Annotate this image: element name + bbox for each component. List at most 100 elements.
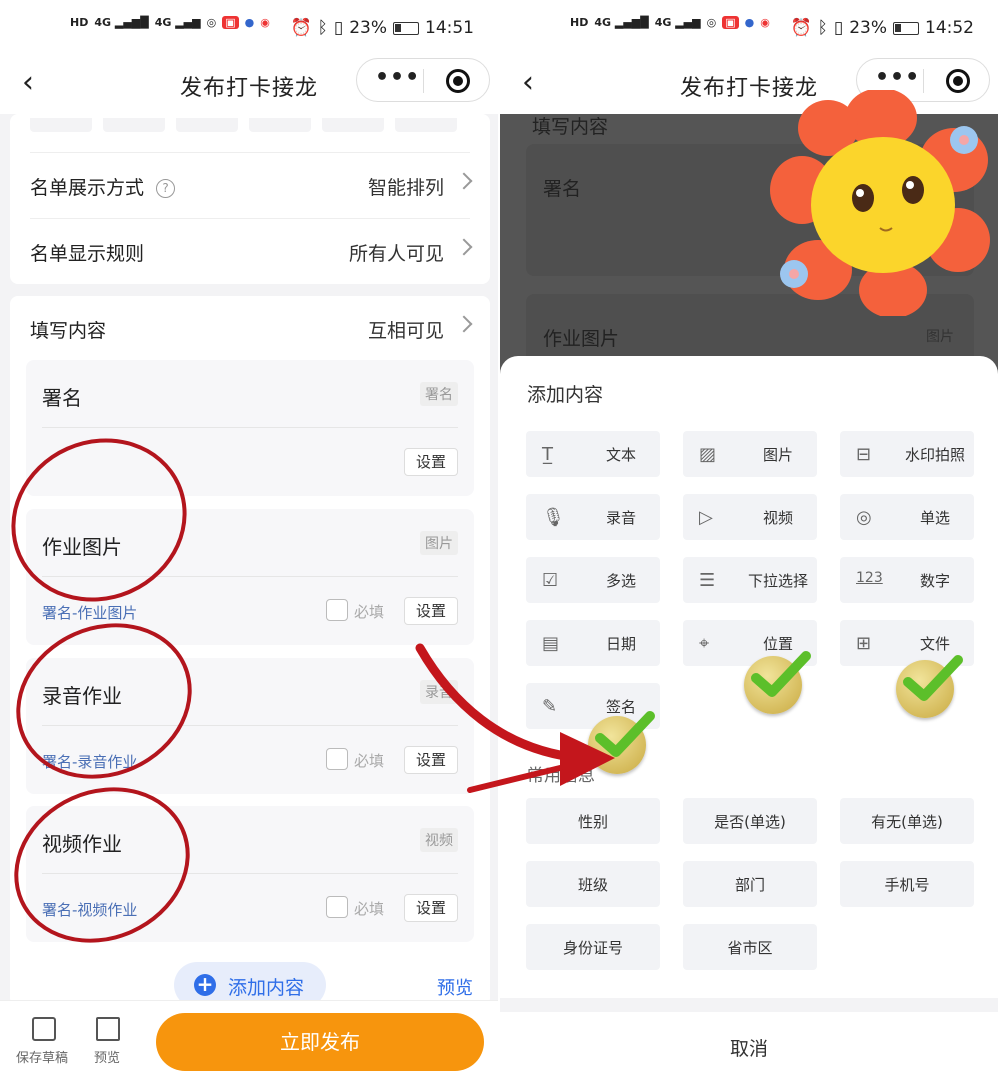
save-draft-label[interactable]: 保存草稿 (16, 1047, 68, 1066)
bluetooth-icon: ᛒ (317, 18, 328, 38)
common-phone[interactable]: 手机号 (840, 861, 974, 907)
fill-visibility-row[interactable]: 填写内容 互相可见 (30, 296, 473, 362)
common-id-number[interactable]: 身份证号 (526, 924, 660, 970)
preview-link[interactable]: 预览 (437, 974, 473, 1000)
tile-label: 有无(单选) (871, 813, 943, 831)
check-badge-icon (896, 655, 963, 718)
item-title: 作业图片 (543, 328, 620, 350)
signal-icons: HD 4G ▂▄▆█ 4G ▂▄▆ ◎ ▣ ● ◉ (70, 16, 270, 29)
video-icon: ▷ (699, 507, 713, 528)
battery-level: 23% (349, 18, 387, 38)
fill-value: 互相可见 (367, 320, 444, 342)
required-checkbox[interactable] (326, 896, 348, 918)
more-icon[interactable]: ••• (375, 65, 420, 90)
capsule-menu: ••• (356, 58, 490, 102)
tile-label: 水印拍照 (904, 446, 965, 464)
alarm-icon: ⏰ (290, 18, 312, 38)
status-right: ⏰ ᛒ ▯ 23% 14:51 (290, 18, 474, 38)
required-checkbox[interactable] (326, 599, 348, 621)
tile-label: 下拉选择 (747, 572, 808, 590)
item-type-tag: 署名 (420, 382, 458, 406)
tile-multi-choice[interactable]: ☑ 多选 (526, 557, 660, 603)
tile-label: 单选 (919, 509, 950, 527)
display-mode-row[interactable]: 名单展示方式? 智能排列 (30, 152, 473, 218)
watermark-camera-icon: ⊟ (856, 444, 872, 465)
more-icon[interactable]: ••• (875, 65, 920, 90)
item-settings-button[interactable]: 设置 (404, 894, 458, 922)
tile-video[interactable]: ▷ 视频 (683, 494, 817, 540)
image-icon: ▨ (699, 444, 717, 465)
settings-card: 名单展示方式? 智能排列 名单显示规则 所有人可见 (10, 114, 490, 284)
common-yes-no[interactable]: 是否(单选) (683, 798, 817, 844)
target-icon[interactable] (446, 69, 470, 93)
cancel-button[interactable]: 取消 (500, 1034, 998, 1061)
status-bar: HD 4G ▂▄▆█ 4G ▂▄▆ ◎ ▣ ● ◉ ⏰ ᛒ ▯ 23% 14:51 (0, 0, 498, 58)
display-mode-value: 智能排列 (367, 177, 444, 199)
preview-icon[interactable] (96, 1017, 120, 1041)
required-label: 必填 (353, 900, 384, 918)
common-class[interactable]: 班级 (526, 861, 660, 907)
item-divider (42, 427, 458, 428)
tile-label: 性别 (577, 813, 608, 831)
fill-label: 填写内容 (532, 116, 609, 138)
signal-icons: HD 4G ▂▄▆█ 4G ▂▄▆ ◎ ▣ ● ◉ (570, 16, 770, 29)
tile-image[interactable]: ▨ 图片 (683, 431, 817, 477)
vibrate-icon: ▯ (333, 18, 344, 38)
item-type-tag: 图片 (926, 329, 954, 345)
check-badge-icon (744, 651, 811, 714)
common-region[interactable]: 省市区 (683, 924, 817, 970)
nav-bar: ‹ 发布打卡接龙 ••• (0, 58, 498, 114)
required-label: 必填 (353, 603, 384, 621)
item-title: 署名 (543, 178, 582, 200)
common-gender[interactable]: 性别 (526, 798, 660, 844)
tile-dropdown[interactable]: ☰ 下拉选择 (683, 557, 817, 603)
checkbox-icon: ☑ (542, 570, 559, 591)
preview-label[interactable]: 预览 (94, 1047, 120, 1066)
file-icon: ⊞ (856, 633, 872, 654)
tile-watermark-photo[interactable]: ⊟ 水印拍照 (840, 431, 974, 477)
bottom-bar: 保存草稿 预览 立即发布 (0, 1000, 498, 1080)
text-icon: T̲ (542, 444, 553, 465)
tile-number[interactable]: 123 数字 (840, 557, 974, 603)
option-stub (322, 118, 384, 132)
item-title: 署名 (42, 386, 82, 410)
tile-label: 手机号 (884, 876, 930, 894)
common-department[interactable]: 部门 (683, 861, 817, 907)
battery-icon (893, 21, 919, 35)
tile-label: 文本 (605, 446, 636, 464)
display-rule-row[interactable]: 名单显示规则 所有人可见 (30, 218, 473, 284)
tile-label: 是否(单选) (714, 813, 786, 831)
tile-label: 班级 (577, 876, 608, 894)
tile-label: 身份证号 (562, 939, 623, 957)
status-bar: HD 4G ▂▄▆█ 4G ▂▄▆ ◎ ▣ ● ◉ ⏰ ᛒ ▯ 23% 14:52 (500, 0, 998, 58)
tile-label: 文件 (919, 635, 950, 653)
tile-label: 多选 (605, 572, 636, 590)
display-mode-label: 名单展示方式? (30, 173, 176, 200)
chevron-right-icon (455, 238, 473, 256)
tile-label: 省市区 (727, 939, 773, 957)
item-subtitle: 署名-作业图片 (42, 604, 138, 622)
required-checkbox[interactable] (326, 748, 348, 770)
tile-label: 数字 (919, 572, 950, 590)
common-have-none[interactable]: 有无(单选) (840, 798, 974, 844)
battery-icon (393, 21, 419, 35)
required-label: 必填 (353, 752, 384, 770)
chevron-right-icon (455, 172, 473, 190)
chevron-right-icon (455, 315, 473, 333)
tile-audio[interactable]: 🎙 录音 (526, 494, 660, 540)
number-icon: 123 (856, 570, 883, 586)
tile-text[interactable]: T̲ 文本 (526, 431, 660, 477)
help-icon[interactable]: ? (156, 179, 176, 198)
publish-button[interactable]: 立即发布 (156, 1013, 484, 1071)
battery-level: 23% (849, 18, 887, 38)
save-icon[interactable] (32, 1017, 56, 1041)
option-stub (249, 118, 311, 132)
location-icon: ⌖ (699, 633, 710, 654)
flower-mascot-sticker (770, 90, 990, 316)
alarm-icon: ⏰ (790, 18, 812, 38)
item-settings-button[interactable]: 设置 (404, 448, 458, 476)
annotation-arrow-icon (415, 643, 615, 793)
item-type-tag: 视频 (420, 828, 458, 852)
item-settings-button[interactable]: 设置 (404, 597, 458, 625)
tile-single-choice[interactable]: ◎ 单选 (840, 494, 974, 540)
